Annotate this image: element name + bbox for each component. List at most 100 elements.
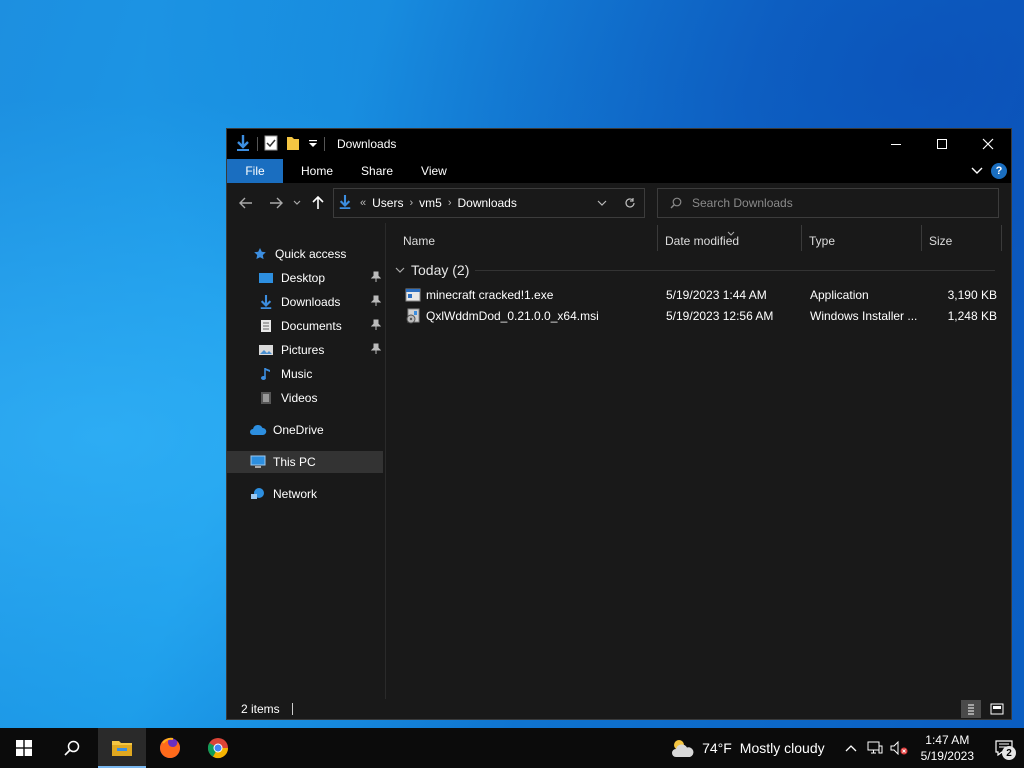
column-separator[interactable] bbox=[657, 225, 658, 251]
weather-widget[interactable]: 74°F Mostly cloudy bbox=[670, 737, 825, 759]
column-separator[interactable] bbox=[1001, 225, 1002, 251]
address-history-button[interactable] bbox=[588, 189, 616, 217]
details-view-icon bbox=[968, 704, 974, 715]
table-row[interactable]: minecraft cracked!1.exe 5/19/2023 1:44 A… bbox=[403, 285, 1003, 305]
search-icon bbox=[64, 740, 80, 756]
tab-home[interactable]: Home bbox=[287, 159, 347, 183]
status-divider bbox=[291, 703, 293, 715]
nav-pictures[interactable]: Pictures bbox=[227, 339, 383, 361]
breadcrumb-vm5[interactable]: vm5 bbox=[419, 196, 442, 210]
nav-documents[interactable]: Documents bbox=[227, 315, 383, 337]
breadcrumb-downloads[interactable]: Downloads bbox=[457, 196, 516, 210]
action-center-button[interactable]: 2 bbox=[984, 728, 1024, 768]
breadcrumb-separator-icon[interactable]: › bbox=[409, 197, 413, 209]
clock-time: 1:47 AM bbox=[925, 733, 970, 747]
status-bar: 2 items bbox=[227, 699, 1011, 719]
start-button[interactable] bbox=[0, 728, 48, 768]
back-button[interactable] bbox=[233, 188, 259, 218]
refresh-icon bbox=[625, 198, 635, 208]
file-type: Windows Installer ... bbox=[810, 309, 918, 323]
address-controls bbox=[588, 189, 644, 217]
clock[interactable]: 1:47 AM 5/19/2023 bbox=[921, 732, 974, 764]
nav-downloads[interactable]: Downloads bbox=[227, 291, 383, 313]
forward-button[interactable] bbox=[263, 188, 289, 218]
nav-network[interactable]: Network bbox=[227, 483, 383, 505]
breadcrumb-users[interactable]: Users bbox=[372, 196, 403, 210]
file-type: Application bbox=[810, 288, 869, 302]
nav-videos[interactable]: Videos bbox=[227, 387, 383, 409]
sort-indicator-icon bbox=[727, 225, 735, 239]
pin-icon[interactable] bbox=[370, 271, 382, 286]
customize-toolbar-icon[interactable] bbox=[308, 137, 318, 152]
column-header-type[interactable]: Type bbox=[809, 229, 919, 253]
nav-label: Quick access bbox=[275, 247, 347, 261]
item-count: 2 items bbox=[241, 702, 280, 716]
nav-label: This PC bbox=[273, 455, 316, 469]
network-tray-button[interactable] bbox=[863, 728, 887, 768]
close-button[interactable] bbox=[965, 129, 1011, 159]
group-header-today[interactable]: Today (2) bbox=[395, 259, 469, 281]
file-date: 5/19/2023 1:44 AM bbox=[666, 288, 767, 302]
large-icons-view-button[interactable] bbox=[987, 700, 1007, 718]
nav-label: Desktop bbox=[281, 271, 326, 285]
pin-icon[interactable] bbox=[370, 295, 382, 310]
pane-divider[interactable] bbox=[385, 223, 386, 699]
volume-muted-icon bbox=[890, 741, 908, 755]
firefox-taskbar-button[interactable] bbox=[146, 728, 194, 768]
new-folder-icon[interactable] bbox=[286, 135, 300, 154]
nav-music[interactable]: Music bbox=[227, 363, 383, 385]
address-bar[interactable]: « Users › vm5 › Downloads bbox=[333, 188, 645, 218]
ribbon-right-controls: ? bbox=[971, 159, 1007, 183]
refresh-button[interactable] bbox=[616, 189, 644, 217]
up-button[interactable] bbox=[305, 188, 331, 218]
chrome-taskbar-button[interactable] bbox=[194, 728, 242, 768]
nav-quick-access[interactable]: Quick access bbox=[227, 243, 383, 265]
volume-tray-button[interactable] bbox=[887, 728, 911, 768]
column-separator[interactable] bbox=[921, 225, 922, 251]
file-name: minecraft cracked!1.exe bbox=[426, 288, 554, 302]
search-button[interactable] bbox=[48, 728, 96, 768]
system-tray: 74°F Mostly cloudy 1:47 AM 5/19/2023 2 bbox=[670, 728, 1024, 768]
nav-label: Music bbox=[281, 367, 313, 381]
chrome-icon bbox=[207, 738, 229, 759]
properties-icon[interactable] bbox=[264, 135, 278, 154]
pin-icon[interactable] bbox=[370, 319, 382, 334]
clock-date: 5/19/2023 bbox=[920, 749, 974, 763]
tab-view[interactable]: View bbox=[407, 159, 461, 183]
breadcrumb-overflow[interactable]: « bbox=[360, 197, 366, 209]
table-row[interactable]: QxlWddmDod_0.21.0.0_x64.msi 5/19/2023 12… bbox=[403, 306, 1003, 326]
column-header-size[interactable]: Size bbox=[929, 229, 999, 253]
film-icon bbox=[257, 389, 275, 407]
nav-label: Videos bbox=[281, 391, 318, 405]
search-box[interactable]: Search Downloads bbox=[657, 188, 999, 218]
title-bar[interactable]: Downloads bbox=[227, 129, 1011, 159]
details-view-button[interactable] bbox=[961, 700, 981, 718]
nav-onedrive[interactable]: OneDrive bbox=[227, 419, 383, 441]
file-list: Name Date modified Type Size Today (2) m… bbox=[387, 223, 1011, 699]
cloudy-weather-icon bbox=[672, 740, 694, 757]
chevron-down-icon bbox=[597, 200, 607, 206]
recent-locations-button[interactable] bbox=[289, 188, 305, 218]
breadcrumb-separator-icon[interactable]: › bbox=[448, 197, 452, 209]
nav-this-pc[interactable]: This PC bbox=[227, 451, 383, 473]
toolbar-separator bbox=[257, 137, 258, 151]
search-icon bbox=[670, 197, 682, 209]
pin-icon[interactable] bbox=[370, 343, 382, 358]
pictures-icon bbox=[257, 341, 275, 359]
tab-file[interactable]: File bbox=[227, 159, 283, 183]
search-input[interactable]: Search Downloads bbox=[692, 196, 793, 210]
expand-ribbon-icon[interactable] bbox=[971, 164, 983, 178]
nav-desktop[interactable]: Desktop bbox=[227, 267, 383, 289]
column-header-name[interactable]: Name bbox=[403, 229, 655, 253]
help-icon[interactable]: ? bbox=[991, 163, 1007, 179]
minimize-button[interactable] bbox=[873, 129, 919, 159]
up-arrow-icon bbox=[312, 196, 324, 209]
maximize-button[interactable] bbox=[919, 129, 965, 159]
file-explorer-taskbar-button[interactable] bbox=[98, 728, 146, 768]
weather-temperature: 74°F bbox=[702, 740, 732, 756]
show-hidden-icons-button[interactable] bbox=[839, 728, 863, 768]
content-area: Quick access Desktop Downloads Documents… bbox=[227, 223, 1011, 699]
column-separator[interactable] bbox=[801, 225, 802, 251]
cloud-icon bbox=[249, 421, 267, 439]
tab-share[interactable]: Share bbox=[347, 159, 407, 183]
